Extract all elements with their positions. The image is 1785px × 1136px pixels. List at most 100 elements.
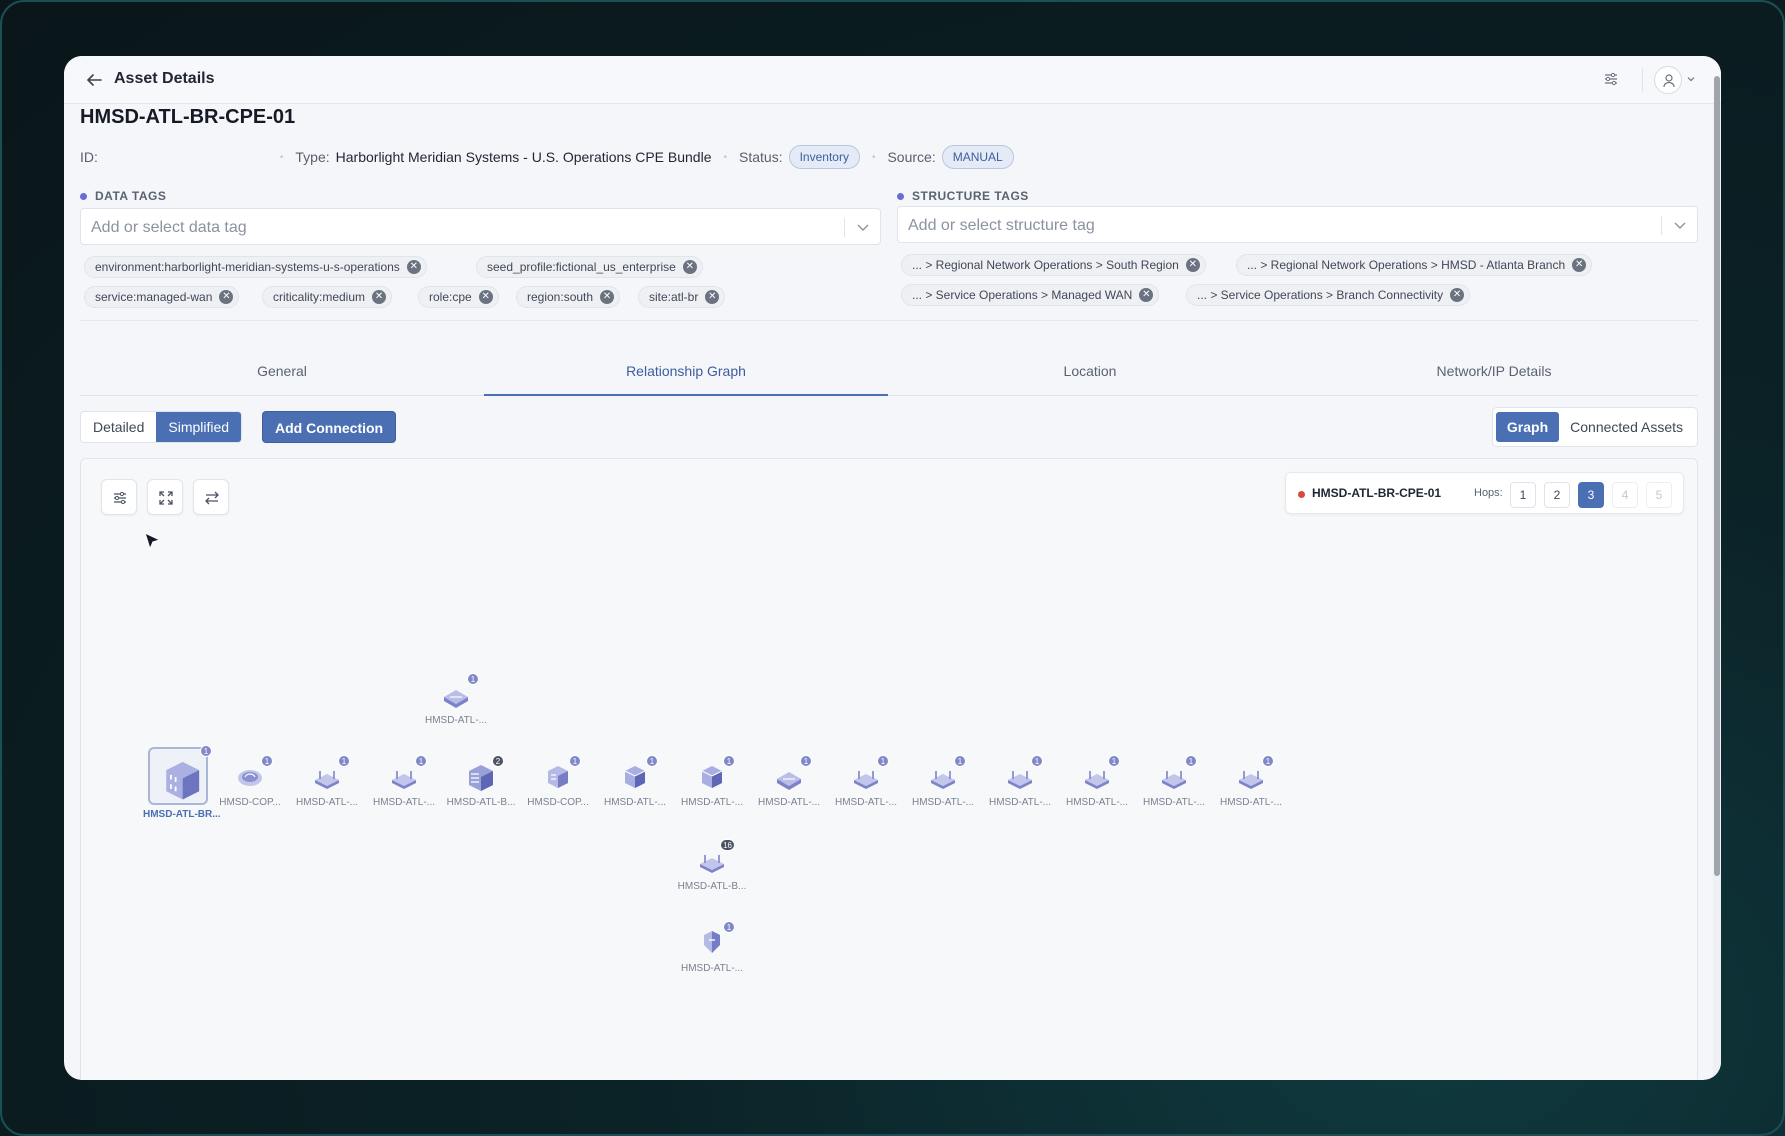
graph-node[interactable]: 1 HMSD-ATL-... bbox=[292, 755, 362, 808]
connection-count-badge: 1 bbox=[723, 921, 735, 933]
structure-tag-chip[interactable]: ... > Regional Network Operations > HMSD… bbox=[1236, 254, 1593, 276]
graph-node[interactable]: 1 HMSD-ATL-... bbox=[600, 755, 670, 808]
close-icon[interactable]: ✕ bbox=[600, 290, 615, 304]
type-label: Type: bbox=[295, 149, 330, 165]
chevron-down-icon[interactable] bbox=[1673, 220, 1687, 232]
asset-name: HMSD-ATL-BR-CPE-01 bbox=[80, 106, 296, 128]
scrollbar-thumb[interactable] bbox=[1714, 76, 1720, 876]
structure-tag-chip[interactable]: ... > Regional Network Operations > Sout… bbox=[901, 254, 1206, 276]
hops-label: Hops: bbox=[1474, 487, 1503, 499]
graph-node[interactable]: 1 HMSD-COP... bbox=[215, 755, 285, 808]
graph-node[interactable]: 1 HMSD-ATL-... bbox=[1062, 755, 1132, 808]
chevron-down-icon[interactable] bbox=[1686, 74, 1696, 84]
close-icon[interactable]: ✕ bbox=[1185, 258, 1200, 272]
app-window: Asset Details HMSD-ATL-BR-CPE-01 ID: • T… bbox=[64, 56, 1721, 1080]
connection-count-badge: 1 bbox=[467, 673, 479, 685]
expand-icon bbox=[159, 491, 173, 505]
tab-general[interactable]: General bbox=[80, 346, 484, 396]
connection-count-badge: 2 bbox=[492, 755, 504, 767]
user-avatar[interactable] bbox=[1654, 66, 1682, 94]
graph-node-root[interactable]: 1 HMSD-ATL-BR... bbox=[143, 745, 221, 820]
fit-view-button[interactable] bbox=[147, 479, 183, 515]
cloud-icon: 1 bbox=[233, 755, 273, 793]
connected-assets-button[interactable]: Connected Assets bbox=[1559, 412, 1694, 442]
chevron-down-icon[interactable] bbox=[856, 222, 870, 234]
hops-panel: HMSD-ATL-BR-CPE-01 Hops: 1 2 3 4 5 bbox=[1285, 472, 1684, 514]
graph-node[interactable]: 1 HMSD-ATL-... bbox=[985, 755, 1055, 808]
data-tag-select[interactable]: Add or select data tag bbox=[80, 208, 881, 245]
detailed-button[interactable]: Detailed bbox=[81, 412, 156, 442]
structure-tag-select[interactable]: Add or select structure tag bbox=[897, 206, 1698, 243]
graph-node-label: HMSD-ATL-... bbox=[680, 963, 744, 974]
structure-tag-chip[interactable]: ... > Service Operations > Managed WAN ✕ bbox=[901, 284, 1160, 306]
graph-node[interactable]: 1 HMSD-ATL-... bbox=[1139, 755, 1209, 808]
firewall-icon: 2 bbox=[464, 755, 504, 793]
graph-node[interactable]: 16 HMSD-ATL-B... bbox=[677, 839, 747, 892]
graph-node-label: HMSD-ATL-B... bbox=[677, 881, 747, 892]
graph-filter-button[interactable] bbox=[101, 479, 137, 515]
close-icon[interactable]: ✕ bbox=[1450, 288, 1465, 302]
close-icon[interactable]: ✕ bbox=[406, 260, 421, 274]
data-tag-chip[interactable]: criticality:medium ✕ bbox=[262, 286, 393, 308]
tab-location[interactable]: Location bbox=[888, 346, 1292, 396]
graph-node[interactable]: 1 HMSD-ATL-... bbox=[421, 673, 491, 726]
structure-tag-chip[interactable]: ... > Service Operations > Branch Connec… bbox=[1186, 284, 1471, 306]
data-tag-chip[interactable]: site:atl-br ✕ bbox=[638, 286, 726, 308]
graph-node[interactable]: 1 HMSD-ATL-... bbox=[1216, 755, 1286, 808]
source-badge: MANUAL bbox=[941, 145, 1014, 169]
close-icon[interactable]: ✕ bbox=[1572, 258, 1587, 272]
graph-node[interactable]: 1 HMSD-ATL-... bbox=[369, 755, 439, 808]
add-connection-button[interactable]: Add Connection bbox=[262, 411, 397, 443]
settings-sliders-icon[interactable] bbox=[1602, 70, 1620, 88]
data-tag-chip[interactable]: service:managed-wan ✕ bbox=[84, 286, 240, 308]
graph-node[interactable]: 1 HMSD-ATL-... bbox=[677, 921, 747, 974]
data-tag-chip[interactable]: region:south ✕ bbox=[516, 286, 621, 308]
cube-icon: 1 bbox=[618, 755, 658, 793]
type-value: Harborlight Meridian Systems - U.S. Oper… bbox=[335, 149, 712, 165]
cube-icon: 1 bbox=[695, 755, 735, 793]
hop-option-3[interactable]: 3 bbox=[1578, 482, 1604, 508]
graph-node[interactable]: 2 HMSD-ATL-B... bbox=[446, 755, 516, 808]
sliders-icon bbox=[114, 491, 126, 505]
close-icon[interactable]: ✕ bbox=[478, 290, 493, 304]
graph-node[interactable]: 1 HMSD-COP... bbox=[523, 755, 593, 808]
data-tag-chip[interactable]: seed_profile:fictional_us_enterprise ✕ bbox=[476, 256, 703, 278]
hop-option-1[interactable]: 1 bbox=[1510, 482, 1536, 508]
source-label: Source: bbox=[887, 149, 936, 165]
back-arrow-icon[interactable] bbox=[84, 70, 104, 90]
connection-count-badge: 1 bbox=[338, 755, 350, 767]
tab-relationship-graph[interactable]: Relationship Graph bbox=[484, 346, 888, 396]
graph-node-label: HMSD-ATL-... bbox=[424, 715, 488, 726]
connection-count-badge: 1 bbox=[415, 755, 427, 767]
hop-option-5: 5 bbox=[1646, 482, 1672, 508]
graph-button[interactable]: Graph bbox=[1495, 412, 1560, 442]
router-icon: 1 bbox=[1157, 755, 1197, 793]
simplified-button[interactable]: Simplified bbox=[156, 412, 242, 442]
connection-count-badge: 1 bbox=[877, 755, 889, 767]
structure-tag-placeholder: Add or select structure tag bbox=[908, 217, 1095, 234]
data-tag-chip[interactable]: role:cpe ✕ bbox=[418, 286, 499, 308]
header-divider bbox=[1642, 68, 1643, 92]
asset-meta-row: ID: • Type: Harborlight Meridian Systems… bbox=[80, 142, 1014, 172]
graph-node-label: HMSD-COP... bbox=[219, 797, 281, 808]
tab-network-ip-details[interactable]: Network/IP Details bbox=[1292, 346, 1696, 396]
close-icon[interactable]: ✕ bbox=[705, 290, 720, 304]
close-icon[interactable]: ✕ bbox=[372, 290, 387, 304]
graph-node[interactable]: 1 HMSD-ATL-... bbox=[677, 755, 747, 808]
structure-tags-heading: STRUCTURE TAGS bbox=[897, 189, 1029, 203]
router-icon: 1 bbox=[1234, 755, 1274, 793]
connection-count-badge: 1 bbox=[800, 755, 812, 767]
graph-node[interactable]: 1 HMSD-ATL-... bbox=[908, 755, 978, 808]
hop-option-2[interactable]: 2 bbox=[1544, 482, 1570, 508]
graph-node[interactable]: 1 HMSD-ATL-... bbox=[831, 755, 901, 808]
router-icon: 1 bbox=[310, 755, 350, 793]
close-icon[interactable]: ✕ bbox=[219, 290, 234, 304]
close-icon[interactable]: ✕ bbox=[682, 260, 697, 274]
connection-count-badge: 1 bbox=[954, 755, 966, 767]
relationship-graph-canvas[interactable]: HMSD-ATL-BR-CPE-01 Hops: 1 2 3 4 5 1 HMSD… bbox=[80, 458, 1698, 1080]
graph-node[interactable]: 1 HMSD-ATL-... bbox=[754, 755, 824, 808]
data-tag-chip[interactable]: environment:harborlight-meridian-systems… bbox=[84, 256, 427, 278]
connection-count-badge: 1 bbox=[1185, 755, 1197, 767]
close-icon[interactable]: ✕ bbox=[1139, 288, 1154, 302]
swap-direction-button[interactable] bbox=[193, 479, 229, 515]
